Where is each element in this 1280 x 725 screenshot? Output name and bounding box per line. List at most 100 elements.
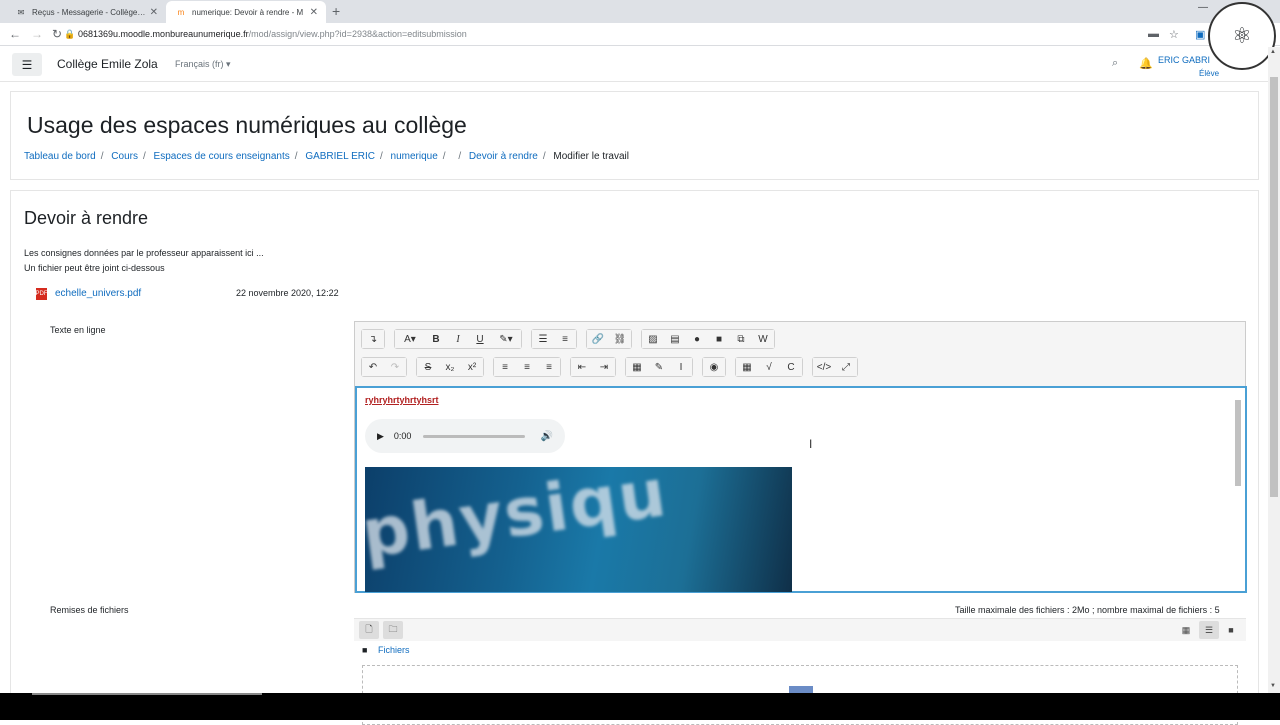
bold-icon[interactable]: B: [425, 330, 447, 348]
extension-icon[interactable]: ▬: [1148, 28, 1159, 40]
font-color-icon[interactable]: ✎▾: [491, 330, 521, 348]
site-name[interactable]: Collège Emile Zola: [57, 57, 158, 71]
manage-files-icon[interactable]: ⧉: [730, 330, 752, 348]
page-scrollbar[interactable]: ▲ ▼: [1268, 47, 1280, 693]
file-submissions-label: Remises de fichiers: [50, 605, 129, 615]
unordered-list-icon[interactable]: ☰: [532, 330, 554, 348]
collapse-toolbar-icon[interactable]: ↴: [362, 330, 384, 348]
add-file-icon[interactable]: 🗋: [359, 621, 379, 639]
language-menu[interactable]: Français (fr) ▾: [175, 59, 231, 70]
breadcrumb-separator: /: [458, 151, 462, 162]
html-source-icon[interactable]: </>: [813, 358, 835, 376]
file-manager-toolbar: 🗋 🗀 ▦ ☰ ■: [354, 619, 1246, 641]
folder-path-link[interactable]: Fichiers: [378, 645, 410, 655]
volume-icon[interactable]: 🔊: [541, 431, 553, 442]
align-center-icon[interactable]: ≡: [516, 358, 538, 376]
embedded-image[interactable]: physiqu: [365, 467, 792, 592]
breadcrumb-assignment[interactable]: Devoir à rendre: [469, 151, 538, 162]
caret-down-icon: ▾: [226, 59, 231, 69]
subscript-icon[interactable]: x₂: [439, 358, 461, 376]
scroll-up-icon[interactable]: ▲: [1270, 49, 1276, 55]
image-lettering: physiqu: [365, 467, 673, 574]
breadcrumb-current: Modifier le travail: [553, 151, 629, 162]
tab-messagerie[interactable]: ✉ Reçus - Messagerie - Collège Em ✕: [6, 1, 166, 23]
breadcrumb-courses[interactable]: Cours: [111, 151, 138, 162]
image-icon[interactable]: ▨: [642, 330, 664, 348]
breadcrumb-teacher-spaces[interactable]: Espaces de cours enseignants: [154, 151, 290, 162]
profile-extension-icon[interactable]: ▣: [1195, 28, 1205, 41]
tab-devoir[interactable]: m numerique: Devoir à rendre - M ✕: [166, 1, 326, 23]
unlink-icon[interactable]: ⛓: [609, 330, 631, 348]
microphone-icon[interactable]: ●: [686, 330, 708, 348]
forward-icon[interactable]: →: [31, 27, 43, 41]
editor-scrollbar[interactable]: [1233, 390, 1243, 589]
url-field[interactable]: 0681369u.moodle.monbureaunumerique.fr/mo…: [78, 29, 467, 39]
minimize-icon[interactable]: —: [1198, 2, 1208, 13]
physics-logo-icon: ⚛: [1208, 2, 1276, 70]
align-right-icon[interactable]: ≡: [538, 358, 560, 376]
progress-line: [32, 693, 262, 695]
accessibility-icon[interactable]: ◉: [703, 358, 725, 376]
italic-icon[interactable]: I: [447, 330, 469, 348]
superscript-icon[interactable]: x²: [461, 358, 483, 376]
audio-time: 0:00: [393, 431, 412, 441]
editor-scrollbar-thumb[interactable]: [1235, 400, 1241, 486]
edit-icon[interactable]: ✎: [648, 358, 670, 376]
create-folder-icon[interactable]: 🗀: [383, 621, 403, 639]
outdent-icon[interactable]: ⇤: [571, 358, 593, 376]
redo-icon[interactable]: ↷: [384, 358, 406, 376]
calculator-icon[interactable]: ▦: [736, 358, 758, 376]
strikethrough-icon[interactable]: S: [417, 358, 439, 376]
breadcrumb-separator: /: [542, 151, 546, 162]
menu-toggle-button[interactable]: ☰: [12, 53, 42, 76]
new-tab-button[interactable]: +: [332, 3, 340, 19]
audio-player[interactable]: ▶ 0:00 🔊: [365, 419, 565, 453]
fullscreen-icon[interactable]: ⤢: [835, 358, 857, 376]
tree-view-icon[interactable]: ■: [1221, 621, 1241, 639]
close-icon[interactable]: ✕: [310, 7, 318, 18]
indent-icon[interactable]: ⇥: [593, 358, 615, 376]
bookmark-star-icon[interactable]: ☆: [1169, 28, 1179, 41]
user-role: Élève: [1199, 69, 1220, 78]
breadcrumb-dashboard[interactable]: Tableau de bord: [24, 151, 96, 162]
breadcrumb-teacher[interactable]: GABRIEL ERIC: [305, 151, 375, 162]
equation-icon[interactable]: √: [758, 358, 780, 376]
reload-icon[interactable]: ↻: [52, 27, 62, 41]
hamburger-icon: ☰: [21, 57, 33, 72]
table-icon[interactable]: ▦: [626, 358, 648, 376]
moodle-navbar: ☰ Collège Emile Zola Français (fr) ▾ ⌕ 🔔…: [0, 47, 1268, 82]
link-icon[interactable]: 🔗: [587, 330, 609, 348]
breadcrumb-course[interactable]: numerique: [391, 151, 438, 162]
align-left-icon[interactable]: ≡: [494, 358, 516, 376]
bell-icon[interactable]: 🔔: [1139, 57, 1153, 70]
instructions-line: Un fichier peut être joint ci-dessous: [24, 263, 165, 273]
underline-icon[interactable]: U: [469, 330, 491, 348]
back-icon[interactable]: ←: [9, 27, 21, 41]
browser-tab-bar: ✉ Reçus - Messagerie - Collège Em ✕ m nu…: [0, 0, 1280, 23]
ordered-list-icon[interactable]: ≡: [554, 330, 576, 348]
video-camera-icon[interactable]: ■: [708, 330, 730, 348]
close-icon[interactable]: ✕: [150, 7, 158, 18]
search-icon[interactable]: ⌕: [1112, 57, 1118, 70]
media-icon[interactable]: ▤: [664, 330, 686, 348]
list-view-icon[interactable]: ☰: [1199, 621, 1219, 639]
scroll-down-icon[interactable]: ▼: [1270, 683, 1276, 689]
word-import-icon[interactable]: W: [752, 330, 774, 348]
chemistry-icon[interactable]: C: [780, 358, 802, 376]
breadcrumb-separator: /: [379, 151, 383, 162]
attachment-link[interactable]: echelle_univers.pdf: [55, 288, 141, 299]
play-icon[interactable]: ▶: [377, 431, 384, 442]
editor-toolbar-row: ↶ ↷ S x₂ x² ≡ ≡ ≡ ⇤ ⇥ ▦ ✎ I ◉ ▦ √ C </> …: [361, 357, 867, 377]
paragraph-style-icon[interactable]: A▾: [395, 330, 425, 348]
grid-view-icon[interactable]: ▦: [1176, 621, 1196, 639]
user-menu[interactable]: ERIC GABRI: [1158, 55, 1210, 65]
editor-content[interactable]: ryhryhrtyhrtyhsrt ▶ 0:00 🔊 physiqu: [355, 386, 1247, 593]
scrollbar-thumb[interactable]: [1270, 77, 1278, 497]
url-path: /mod/assign/view.php?id=2938&action=edit…: [248, 29, 467, 39]
undo-icon[interactable]: ↶: [362, 358, 384, 376]
audio-progress[interactable]: [423, 434, 525, 438]
text-cursor-icon[interactable]: I: [670, 358, 692, 376]
breadcrumb-separator: /: [294, 151, 298, 162]
mail-icon: ✉: [17, 7, 25, 17]
breadcrumb-separator: /: [142, 151, 146, 162]
